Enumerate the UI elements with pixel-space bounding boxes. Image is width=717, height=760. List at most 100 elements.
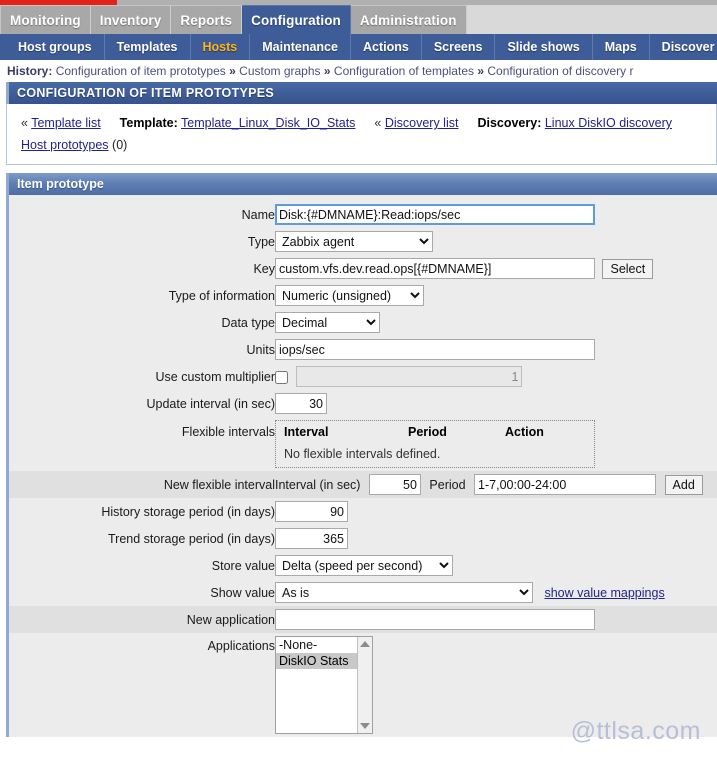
item-prototype-form-header: Item prototype bbox=[9, 173, 717, 195]
applications-scrollbar[interactable] bbox=[357, 637, 372, 733]
form-row-new-application: New application bbox=[9, 606, 717, 633]
top-red-accent-bar bbox=[0, 0, 117, 5]
flexible-intervals-col-interval: Interval bbox=[284, 425, 329, 439]
name-field-cell bbox=[275, 201, 717, 228]
history-crumb-2[interactable]: Custom graphs bbox=[239, 64, 320, 78]
new-flexible-interval-cell: Interval (in sec) Period Add bbox=[275, 471, 717, 498]
applications-listbox[interactable]: -None- DiskIO Stats bbox=[275, 636, 373, 734]
scroll-down-arrow-icon[interactable] bbox=[360, 723, 370, 729]
form-row-units: Units bbox=[9, 336, 717, 363]
flexible-intervals-col-period: Period bbox=[408, 425, 447, 439]
show-value-mappings-link[interactable]: show value mappings bbox=[544, 586, 664, 600]
data-type-field-cell: BooleanOctalDecimalHexadecimal bbox=[275, 309, 717, 336]
new-application-input[interactable] bbox=[275, 609, 595, 630]
history-crumb-4[interactable]: Configuration of discovery r bbox=[487, 64, 633, 78]
show-value-cell: As is show value mappings bbox=[275, 579, 717, 606]
units-input[interactable] bbox=[275, 339, 595, 360]
form-row-new-flexible-interval: New flexible interval Interval (in sec) … bbox=[9, 471, 717, 498]
form-row-type: Type Zabbix agentZabbix agent (active)Si… bbox=[9, 228, 717, 255]
sub-menu-item-actions[interactable]: Actions bbox=[351, 34, 422, 60]
flexible-intervals-empty-text: No flexible intervals defined. bbox=[284, 447, 441, 461]
form-row-custom-multiplier: Use custom multiplier bbox=[9, 363, 717, 390]
template-list-link[interactable]: Template list bbox=[31, 116, 100, 130]
history-crumb-3[interactable]: Configuration of templates bbox=[334, 64, 474, 78]
sub-menu-item-host-groups[interactable]: Host groups bbox=[6, 34, 105, 60]
sub-menu-item-templates[interactable]: Templates bbox=[105, 34, 191, 60]
new-flexible-interval-period-input[interactable] bbox=[474, 474, 657, 495]
form-row-show-value: Show value As is show value mappings bbox=[9, 579, 717, 606]
host-prototypes-count: (0) bbox=[112, 138, 128, 152]
data-type-select[interactable]: BooleanOctalDecimalHexadecimal bbox=[275, 312, 380, 333]
flexible-intervals-label: Flexible intervals bbox=[181, 425, 275, 439]
item-prototype-form-box: Item prototype Name Type Zabbix agentZab… bbox=[6, 173, 717, 737]
main-menu-filler bbox=[466, 5, 717, 34]
applications-cell: -None- DiskIO Stats bbox=[275, 633, 717, 737]
history-separator-3: » bbox=[477, 64, 485, 78]
form-row-history-storage: History storage period (in days) bbox=[9, 498, 717, 525]
sub-menu-item-discovery[interactable]: Discover bbox=[650, 34, 717, 60]
key-input[interactable] bbox=[275, 258, 595, 279]
form-row-name: Name bbox=[9, 201, 717, 228]
new-flexible-interval-add-button[interactable]: Add bbox=[664, 474, 703, 495]
flexible-intervals-cell: Interval Period Action No flexible interva… bbox=[275, 417, 717, 471]
name-label: Name bbox=[241, 207, 275, 222]
form-row-type-of-information: Type of information Numeric (unsigned)Nu… bbox=[9, 282, 717, 309]
breadcrumb-nav-panel: « Template list Template: Template_Linux… bbox=[6, 104, 717, 165]
form-row-update-interval: Update interval (in sec) bbox=[9, 390, 717, 417]
sub-menu-item-maintenance[interactable]: Maintenance bbox=[250, 34, 351, 60]
update-interval-input[interactable] bbox=[275, 393, 327, 414]
flexible-intervals-col-action: Action bbox=[505, 425, 544, 439]
trend-storage-cell bbox=[275, 525, 717, 552]
main-menu-item-configuration[interactable]: Configuration bbox=[242, 5, 351, 34]
main-menu-item-reports[interactable]: Reports bbox=[171, 5, 243, 34]
form-row-flexible-intervals: Flexible intervals Interval Period Action … bbox=[9, 417, 717, 471]
new-flexible-interval-label: New flexible interval bbox=[9, 471, 275, 498]
main-menu-item-monitoring[interactable]: Monitoring bbox=[0, 5, 91, 34]
scroll-up-arrow-icon[interactable] bbox=[360, 641, 370, 647]
template-list-chevron-icon: « bbox=[21, 116, 28, 130]
form-row-trend-storage: Trend storage period (in days) bbox=[9, 525, 717, 552]
flexible-intervals-header-row: Interval Period Action bbox=[284, 425, 586, 444]
form-row-key: Key Select bbox=[9, 255, 717, 282]
history-separator-1: » bbox=[229, 64, 236, 78]
type-label: Type bbox=[247, 234, 275, 249]
discovery-label: Discovery: bbox=[477, 116, 542, 130]
history-storage-input[interactable] bbox=[275, 501, 348, 522]
discovery-name-link[interactable]: Linux DiskIO discovery bbox=[545, 116, 672, 130]
host-prototypes-link[interactable]: Host prototypes bbox=[21, 138, 109, 152]
new-flexible-interval-interval-input[interactable] bbox=[368, 474, 421, 495]
sub-menu-item-screens[interactable]: Screens bbox=[422, 34, 496, 60]
units-label: Units bbox=[246, 342, 275, 357]
units-field-cell bbox=[275, 336, 717, 363]
sub-menu-item-slide-shows[interactable]: Slide shows bbox=[495, 34, 593, 60]
update-interval-label: Update interval (in sec) bbox=[146, 396, 275, 411]
history-crumb-1[interactable]: Configuration of item prototypes bbox=[56, 64, 226, 78]
discovery-list-chevron-icon: « bbox=[374, 116, 382, 130]
key-select-button[interactable]: Select bbox=[602, 258, 654, 279]
main-menu-item-administration[interactable]: Administration bbox=[350, 5, 467, 34]
trend-storage-input[interactable] bbox=[275, 528, 348, 549]
sub-menu-item-maps[interactable]: Maps bbox=[593, 34, 650, 60]
custom-multiplier-checkbox[interactable] bbox=[275, 370, 288, 384]
main-menu-item-inventory[interactable]: Inventory bbox=[90, 5, 172, 34]
custom-multiplier-field-cell bbox=[275, 363, 717, 390]
type-of-information-select[interactable]: Numeric (unsigned)Numeric (float)Charact… bbox=[275, 285, 424, 306]
type-of-information-field-cell: Numeric (unsigned)Numeric (float)Charact… bbox=[275, 282, 717, 309]
history-separator-2: » bbox=[323, 64, 331, 78]
custom-multiplier-label: Use custom multiplier bbox=[155, 369, 275, 384]
sub-menu-item-hosts[interactable]: Hosts bbox=[191, 34, 251, 60]
key-field-cell: Select bbox=[275, 255, 717, 282]
name-input[interactable] bbox=[275, 204, 595, 225]
form-row-store-value: Store value As isDelta (speed per second… bbox=[9, 552, 717, 579]
show-value-select[interactable]: As is bbox=[275, 582, 533, 603]
custom-multiplier-input[interactable] bbox=[296, 366, 523, 387]
form-row-data-type: Data type BooleanOctalDecimalHexadecimal bbox=[9, 309, 717, 336]
discovery-list-link[interactable]: Discovery list bbox=[385, 116, 459, 130]
main-menu-bar: Monitoring Inventory Reports Configurati… bbox=[0, 0, 717, 34]
history-storage-cell bbox=[275, 498, 717, 525]
store-value-select[interactable]: As isDelta (speed per second)Delta (simp… bbox=[275, 555, 453, 576]
type-select[interactable]: Zabbix agentZabbix agent (active)Simple … bbox=[275, 231, 433, 252]
page-root: Monitoring Inventory Reports Configurati… bbox=[0, 0, 717, 760]
history-label: History: bbox=[7, 64, 53, 78]
template-name-link[interactable]: Template_Linux_Disk_IO_Stats bbox=[181, 116, 355, 130]
